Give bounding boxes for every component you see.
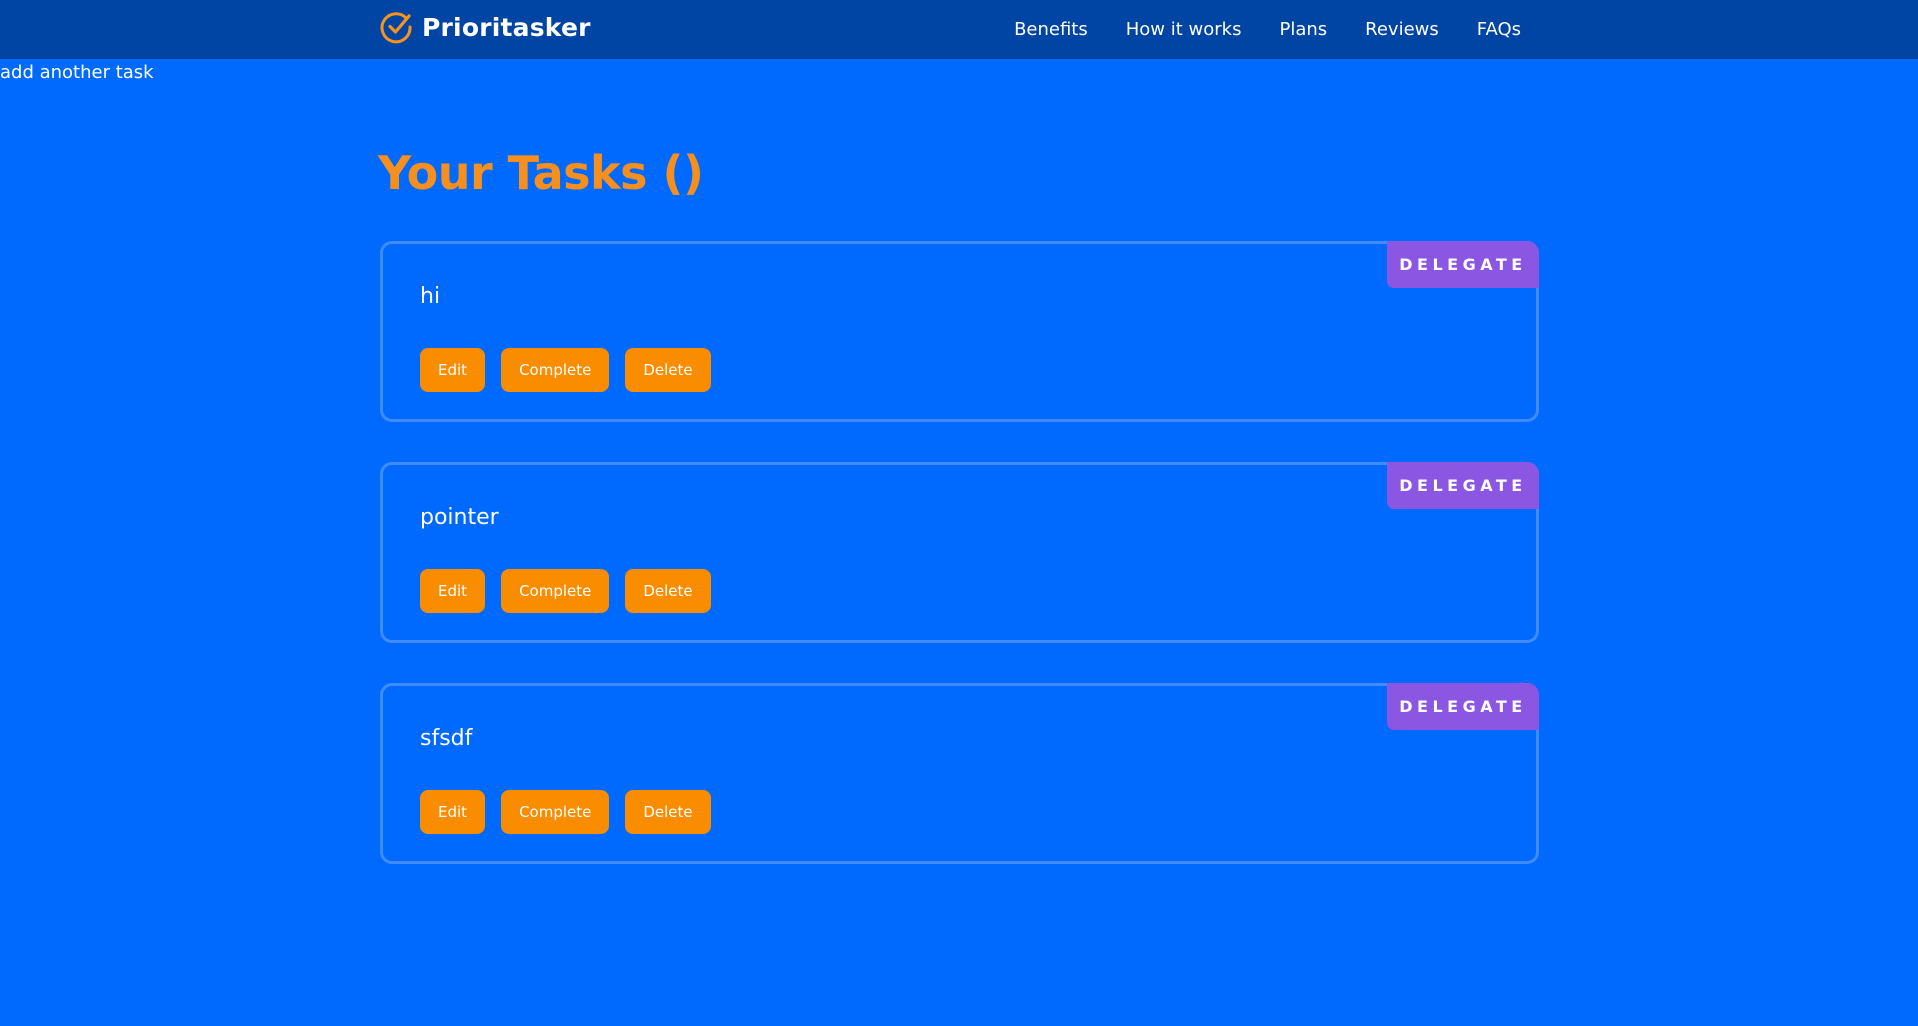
delete-button[interactable]: Delete [625, 569, 711, 613]
brand-logo-link[interactable]: Prioritasker [379, 9, 591, 45]
page-title: Your Tasks () [378, 146, 704, 200]
task-actions: Edit Complete Delete [420, 569, 711, 613]
nav-link-reviews[interactable]: Reviews [1365, 19, 1439, 40]
complete-button[interactable]: Complete [501, 790, 610, 834]
add-task-link[interactable]: add another task [0, 61, 154, 85]
nav-link-plans[interactable]: Plans [1279, 19, 1327, 40]
top-navbar: Prioritasker Benefits How it works Plans… [0, 0, 1918, 59]
main-nav: Benefits How it works Plans Reviews FAQs [1014, 0, 1521, 59]
edit-button[interactable]: Edit [420, 348, 486, 392]
complete-button[interactable]: Complete [501, 348, 610, 392]
task-actions: Edit Complete Delete [420, 348, 711, 392]
task-name: hi [420, 284, 441, 309]
task-name: sfsdf [420, 726, 473, 751]
delete-button[interactable]: Delete [625, 348, 711, 392]
delegate-button[interactable]: DELEGATE [1387, 241, 1539, 288]
delegate-button[interactable]: DELEGATE [1387, 683, 1539, 730]
delegate-button[interactable]: DELEGATE [1387, 462, 1539, 509]
task-actions: Edit Complete Delete [420, 790, 711, 834]
check-circle-icon [380, 12, 412, 44]
delete-button[interactable]: Delete [625, 790, 711, 834]
complete-button[interactable]: Complete [501, 569, 610, 613]
nav-link-faqs[interactable]: FAQs [1477, 19, 1521, 40]
nav-link-benefits[interactable]: Benefits [1014, 19, 1088, 40]
brand-name: Prioritasker [422, 12, 591, 42]
edit-button[interactable]: Edit [420, 569, 486, 613]
task-card: DELEGATE hi Edit Complete Delete [380, 241, 1539, 422]
task-list: DELEGATE hi Edit Complete Delete DELEGAT… [380, 241, 1539, 904]
nav-link-how-it-works[interactable]: How it works [1126, 19, 1242, 40]
edit-button[interactable]: Edit [420, 790, 486, 834]
task-card: DELEGATE sfsdf Edit Complete Delete [380, 683, 1539, 864]
task-card: DELEGATE pointer Edit Complete Delete [380, 462, 1539, 643]
task-name: pointer [420, 505, 499, 530]
